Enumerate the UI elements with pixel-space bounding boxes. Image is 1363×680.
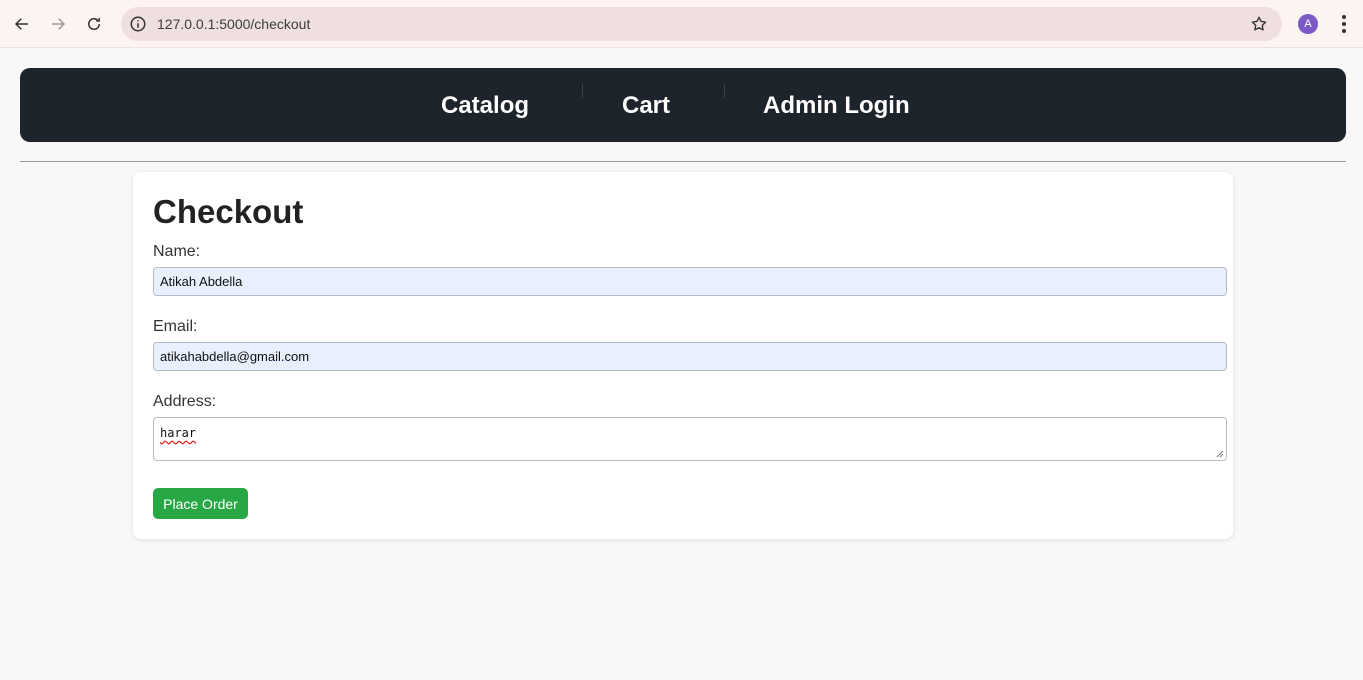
page-title: Checkout (153, 193, 304, 230)
nav-link-catalog[interactable]: Catalog (441, 92, 529, 120)
profile-avatar[interactable]: A (1298, 14, 1318, 34)
reload-icon (88, 18, 100, 30)
nav-separator (582, 84, 583, 98)
nav-link-cart[interactable]: Cart (622, 92, 670, 120)
address-label: Address: (153, 393, 217, 410)
site-navbar: Catalog Cart Admin Login (20, 68, 1346, 142)
name-input[interactable]: Atikah Abdella (153, 267, 1227, 296)
arrow-right-icon (52, 18, 66, 30)
address-text: harar (160, 426, 197, 440)
horizontal-rule (20, 161, 1346, 162)
url-text[interactable]: 127.0.0.1:5000/checkout (157, 16, 310, 32)
browser-toolbar: 127.0.0.1:5000/checkout A (0, 0, 1363, 48)
arrow-left-icon (14, 18, 28, 30)
more-menu-icon[interactable] (1334, 13, 1354, 35)
place-order-button[interactable]: Place Order (153, 488, 248, 519)
reload-button[interactable] (82, 12, 106, 36)
address-textarea[interactable]: harar (153, 417, 1227, 461)
email-input[interactable]: atikahabdella@gmail.com (153, 342, 1227, 371)
nav-link-admin-login[interactable]: Admin Login (763, 92, 910, 120)
nav-separator (724, 84, 725, 98)
back-button[interactable] (10, 12, 34, 36)
name-label: Name: (153, 243, 201, 260)
resize-grip-icon[interactable] (1216, 450, 1224, 458)
email-label: Email: (153, 318, 198, 335)
info-icon[interactable] (129, 15, 147, 33)
star-icon[interactable] (1250, 15, 1268, 33)
forward-button[interactable] (46, 12, 70, 36)
checkout-form: Checkout Name: Atikah Abdella Email: ati… (133, 172, 1233, 539)
address-bar[interactable]: 127.0.0.1:5000/checkout (121, 7, 1282, 41)
